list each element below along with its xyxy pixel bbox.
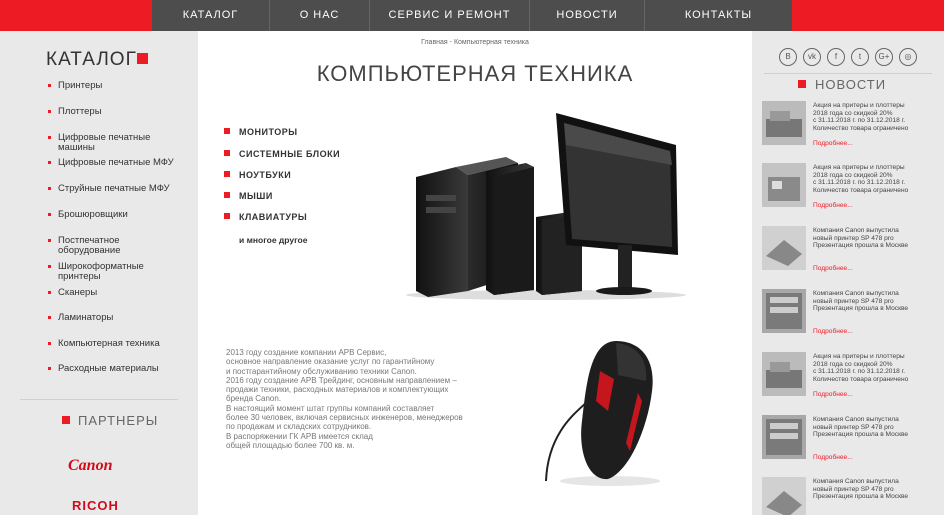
company-description: 2013 году создание компании АРВ Сервис, … <box>226 348 463 450</box>
main-nav: КАТАЛОГ О НАС СЕРВИС И РЕМОНТ НОВОСТИ КО… <box>152 0 792 31</box>
nav-catalog[interactable]: КАТАЛОГ <box>152 0 270 31</box>
news-item[interactable]: Акция на притеры и плоттеры 2018 года со … <box>762 163 937 219</box>
breadcrumb[interactable]: Главная - Компьютерная техника <box>198 39 752 46</box>
news-item[interactable]: Компания Canon выпустила новый принтер SP… <box>762 226 937 282</box>
news-item[interactable]: Акция на притеры и плоттеры 2018 года со … <box>762 101 937 157</box>
news-item[interactable]: Компания Canon выпустила новый принтер SP… <box>762 477 937 515</box>
news-thumbnail <box>762 415 806 459</box>
catalog-item-digital-mfp[interactable]: Цифровые печатные МФУ <box>48 158 178 168</box>
news-thumbnail <box>762 352 806 396</box>
bullet-icon <box>48 239 51 242</box>
ricoh-logo[interactable]: RICOH <box>72 498 119 513</box>
page-title: КОМПЬЮТЕРНАЯ ТЕХНИКА <box>316 61 634 86</box>
news-thumbnail <box>762 477 806 515</box>
divider <box>764 73 932 74</box>
feature-item: СИСТЕМНЫЕ БЛОКИ <box>224 149 384 159</box>
news-sidebar: B vk f t G+ ◎ НОВОСТИ Акция на притеры и… <box>752 31 944 515</box>
news-item[interactable]: Компания Canon выпустила новый принтер SP… <box>762 415 937 471</box>
catalog-item-scanners[interactable]: Сканеры <box>48 288 178 298</box>
catalog-item-wideformat[interactable]: Широкоформатные принтеры <box>48 262 178 282</box>
feature-item: МОНИТОРЫ <box>224 127 384 137</box>
instagram-icon[interactable]: ◎ <box>899 48 917 66</box>
bullet-icon <box>48 342 51 345</box>
bullet-icon <box>224 171 230 177</box>
divider <box>20 399 178 400</box>
catalog-item-postpress[interactable]: Постпечатное оборудование <box>48 236 178 256</box>
features-more: и многое другое <box>239 235 308 245</box>
catalog-item-laminators[interactable]: Ламинаторы <box>48 313 178 323</box>
feature-item: НОУТБУКИ <box>224 170 384 180</box>
news-thumbnail <box>762 289 806 333</box>
nav-news[interactable]: НОВОСТИ <box>530 0 645 31</box>
bullet-icon <box>48 84 51 87</box>
news-item[interactable]: Компания Canon выпустила новый принтер SP… <box>762 289 937 345</box>
computers-image <box>406 113 686 300</box>
news-more-link[interactable]: Подробнее... <box>813 454 853 461</box>
news-thumbnail <box>762 101 806 145</box>
news-more-link[interactable]: Подробнее... <box>813 391 853 398</box>
news-more-link[interactable]: Подробнее... <box>813 202 853 209</box>
social-links: B vk f t G+ ◎ <box>779 48 919 68</box>
news-more-link[interactable]: Подробнее... <box>813 140 853 147</box>
bullet-icon <box>48 187 51 190</box>
red-square-icon <box>62 416 70 424</box>
red-square-icon <box>137 53 148 64</box>
googleplus-icon[interactable]: G+ <box>875 48 893 66</box>
bullet-icon <box>224 150 230 156</box>
bullet-icon <box>48 110 51 113</box>
catalog-item-digital-presses[interactable]: Цифровые печатные машины <box>48 133 178 153</box>
bullet-icon <box>48 291 51 294</box>
catalog-item-supplies[interactable]: Расходные материалы <box>48 364 178 374</box>
catalog-item-plotters[interactable]: Плоттеры <box>48 107 178 117</box>
catalog-title: КАТАЛОГ <box>46 49 137 70</box>
vk-b-icon[interactable]: B <box>779 48 797 66</box>
nav-about[interactable]: О НАС <box>270 0 370 31</box>
nav-contacts[interactable]: КОНТАКТЫ <box>645 0 792 31</box>
mouse-image <box>545 341 660 486</box>
news-thumbnail <box>762 226 806 270</box>
nav-service[interactable]: СЕРВИС И РЕМОНТ <box>370 0 530 31</box>
bullet-icon <box>48 265 51 268</box>
bullet-icon <box>48 136 51 139</box>
bullet-icon <box>48 367 51 370</box>
main-content: Главная - Компьютерная техника КОМПЬЮТЕР… <box>198 31 752 515</box>
vk-icon[interactable]: vk <box>803 48 821 66</box>
catalog-item-inkjet-mfp[interactable]: Струйные печатные МФУ <box>48 184 178 194</box>
catalog-item-printers[interactable]: Принтеры <box>48 81 178 91</box>
feature-item: МЫШИ <box>224 191 384 201</box>
red-square-icon <box>798 80 806 88</box>
partners-title: ПАРТНЕРЫ <box>78 413 159 428</box>
canon-logo[interactable]: Canon <box>68 457 112 475</box>
facebook-icon[interactable]: f <box>827 48 845 66</box>
bullet-icon <box>224 213 230 219</box>
catalog-item-binders[interactable]: Брошюровщики <box>48 210 178 220</box>
news-more-link[interactable]: Подробнее... <box>813 328 853 335</box>
news-more-link[interactable]: Подробнее... <box>813 265 853 272</box>
bullet-icon <box>48 316 51 319</box>
news-title: НОВОСТИ <box>815 77 887 92</box>
catalog-sidebar: КАТАЛОГ Принтеры Плоттеры Цифровые печат… <box>0 31 198 515</box>
bullet-icon <box>48 213 51 216</box>
twitter-icon[interactable]: t <box>851 48 869 66</box>
news-thumbnail <box>762 163 806 207</box>
feature-item: КЛАВИАТУРЫ <box>224 212 384 222</box>
news-item[interactable]: Акция на притеры и плоттеры 2018 года со … <box>762 352 937 408</box>
bullet-icon <box>48 161 51 164</box>
bullet-icon <box>224 192 230 198</box>
catalog-item-computers[interactable]: Компьютерная техника <box>48 339 178 349</box>
bullet-icon <box>224 128 230 134</box>
